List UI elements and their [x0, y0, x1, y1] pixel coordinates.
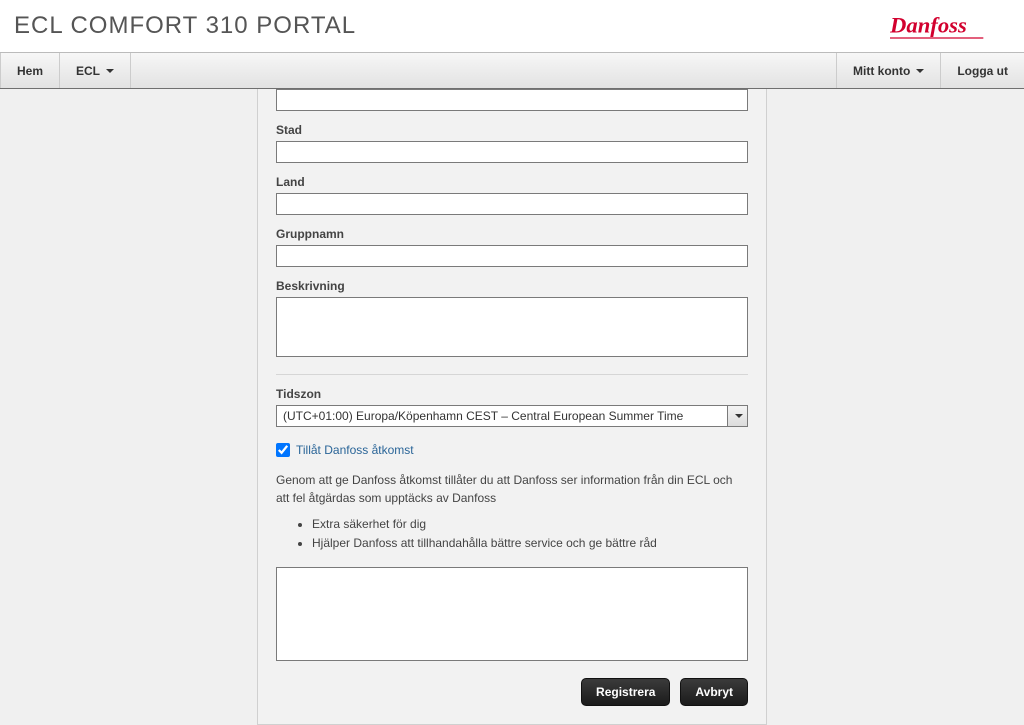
nav-label: Mitt konto	[853, 64, 910, 78]
nav-item-mitt-konto[interactable]: Mitt konto	[836, 53, 940, 88]
nav-left: Hem ECL	[0, 53, 131, 88]
city-label: Stad	[276, 123, 748, 137]
button-row: Registrera Avbryt	[276, 678, 748, 706]
nav-item-hem[interactable]: Hem	[0, 53, 60, 88]
caret-down-icon	[106, 69, 114, 73]
access-checkbox-label[interactable]: Tillåt Danfoss åtkomst	[296, 443, 414, 457]
page-title: ECL COMFORT 310 PORTAL	[14, 12, 356, 40]
list-item: Hjälper Danfoss att tillhandahålla bättr…	[312, 534, 748, 553]
register-button[interactable]: Registrera	[581, 678, 670, 706]
access-bullet-list: Extra säkerhet för dig Hjälper Danfoss a…	[312, 515, 748, 553]
group-input[interactable]	[276, 245, 748, 267]
top-input[interactable]	[276, 89, 748, 111]
nav-bar: Hem ECL Mitt konto Logga ut	[0, 53, 1024, 89]
nav-item-ecl[interactable]: ECL	[60, 53, 131, 88]
timezone-value: (UTC+01:00) Europa/Köpenhamn CEST – Cent…	[277, 406, 727, 426]
danfoss-logo: Danfoss	[890, 10, 1010, 42]
nav-label: ECL	[76, 64, 100, 78]
description-textarea[interactable]	[276, 297, 748, 357]
select-dropdown-button[interactable]	[727, 406, 747, 426]
caret-down-icon	[735, 414, 743, 418]
timezone-select[interactable]: (UTC+01:00) Europa/Köpenhamn CEST – Cent…	[276, 405, 748, 427]
header-bar: ECL COMFORT 310 PORTAL Danfoss	[0, 0, 1024, 53]
list-item: Extra säkerhet för dig	[312, 515, 748, 534]
form-panel: Stad Land Gruppnamn Beskrivning Tidszon …	[257, 89, 767, 725]
cancel-button[interactable]: Avbryt	[680, 678, 748, 706]
country-input[interactable]	[276, 193, 748, 215]
nav-right: Mitt konto Logga ut	[836, 53, 1024, 88]
description-label: Beskrivning	[276, 279, 748, 293]
group-label: Gruppnamn	[276, 227, 748, 241]
nav-label: Logga ut	[957, 64, 1008, 78]
divider	[276, 374, 748, 375]
access-info-paragraph: Genom att ge Danfoss åtkomst tillåter du…	[276, 471, 748, 507]
timezone-label: Tidszon	[276, 387, 748, 401]
city-input[interactable]	[276, 141, 748, 163]
nav-item-logga-ut[interactable]: Logga ut	[940, 53, 1024, 88]
notes-textarea[interactable]	[276, 567, 748, 661]
svg-text:Danfoss: Danfoss	[890, 13, 967, 38]
country-label: Land	[276, 175, 748, 189]
caret-down-icon	[916, 69, 924, 73]
nav-label: Hem	[17, 64, 43, 78]
access-checkbox[interactable]	[276, 443, 290, 457]
content-wrap: Stad Land Gruppnamn Beskrivning Tidszon …	[0, 89, 1024, 725]
